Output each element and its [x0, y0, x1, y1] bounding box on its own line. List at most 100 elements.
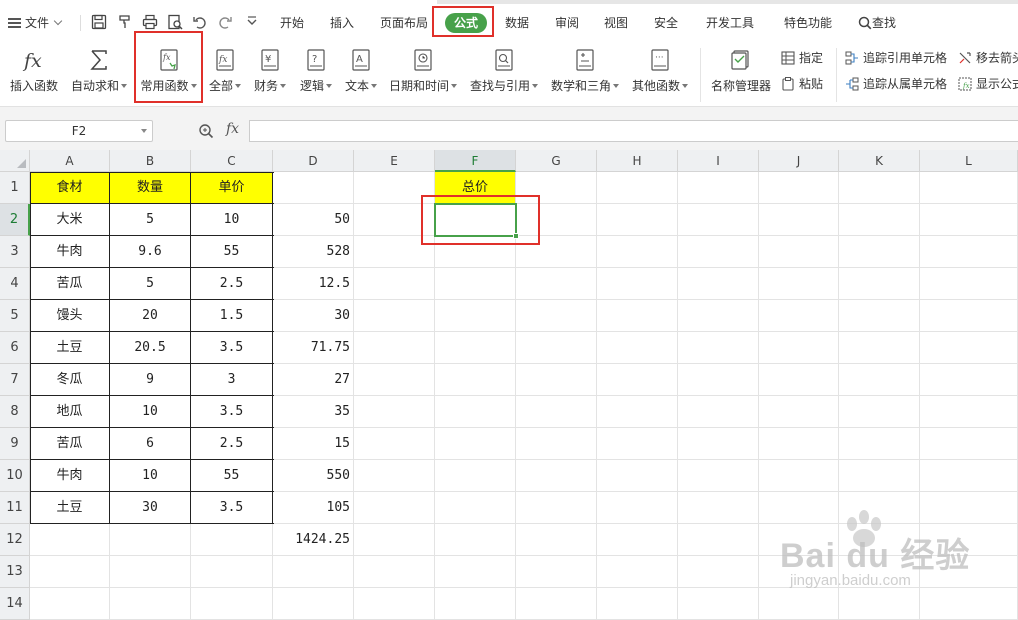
cell-l2[interactable] — [920, 204, 1018, 236]
cell-c14[interactable] — [191, 588, 273, 620]
cell-l3[interactable] — [920, 236, 1018, 268]
column-header-b[interactable]: B — [110, 150, 191, 172]
cell-a6[interactable]: 土豆 — [30, 332, 110, 364]
cell-f9[interactable] — [435, 428, 516, 460]
cell-g7[interactable] — [516, 364, 597, 396]
cell-l14[interactable] — [920, 588, 1018, 620]
cell-k11[interactable] — [839, 492, 920, 524]
cell-h12[interactable] — [597, 524, 678, 556]
save-icon[interactable] — [91, 14, 107, 30]
cell-f7[interactable] — [435, 364, 516, 396]
column-header-e[interactable]: E — [354, 150, 435, 172]
row-header-7[interactable]: 7 — [0, 364, 30, 396]
finance-button[interactable]: ¥ 财务 — [249, 44, 291, 104]
cell-c7[interactable]: 3 — [191, 364, 273, 396]
cell-f13[interactable] — [435, 556, 516, 588]
row-header-2[interactable]: 2 — [0, 204, 30, 236]
cell-e9[interactable] — [354, 428, 435, 460]
row-header-10[interactable]: 10 — [0, 460, 30, 492]
row-header-11[interactable]: 11 — [0, 492, 30, 524]
row-header-4[interactable]: 4 — [0, 268, 30, 300]
cell-k3[interactable] — [839, 236, 920, 268]
cell-a12[interactable] — [30, 524, 110, 556]
math-trig-button[interactable]: 数学和三角 — [548, 44, 622, 104]
cell-e13[interactable] — [354, 556, 435, 588]
cell-k2[interactable] — [839, 204, 920, 236]
cell-h7[interactable] — [597, 364, 678, 396]
cell-a10[interactable]: 牛肉 — [30, 460, 110, 492]
column-header-a[interactable]: A — [30, 150, 110, 172]
cell-a13[interactable] — [30, 556, 110, 588]
cell-f10[interactable] — [435, 460, 516, 492]
cell-j1[interactable] — [759, 172, 839, 204]
cell-l6[interactable] — [920, 332, 1018, 364]
cell-e11[interactable] — [354, 492, 435, 524]
cell-g6[interactable] — [516, 332, 597, 364]
tab-insert[interactable]: 插入 — [330, 10, 354, 36]
cell-e7[interactable] — [354, 364, 435, 396]
cell-k13[interactable] — [839, 556, 920, 588]
tab-data[interactable]: 数据 — [505, 10, 529, 36]
cell-a5[interactable]: 馒头 — [30, 300, 110, 332]
cell-i3[interactable] — [678, 236, 759, 268]
datetime-button[interactable]: 日期和时间 — [386, 44, 460, 104]
cell-g9[interactable] — [516, 428, 597, 460]
name-box[interactable]: F2 — [5, 120, 153, 142]
cell-h8[interactable] — [597, 396, 678, 428]
cell-h6[interactable] — [597, 332, 678, 364]
cell-c2[interactable]: 10 — [191, 204, 273, 236]
row-header-9[interactable]: 9 — [0, 428, 30, 460]
undo-icon[interactable] — [192, 14, 208, 30]
cell-k14[interactable] — [839, 588, 920, 620]
cell-k12[interactable] — [839, 524, 920, 556]
trace-dependents-button[interactable]: 追踪从属单元格 — [845, 75, 947, 93]
cell-f6[interactable] — [435, 332, 516, 364]
formula-input[interactable] — [249, 120, 1018, 142]
cell-d8[interactable]: 35 — [273, 396, 354, 428]
column-header-h[interactable]: H — [597, 150, 678, 172]
cell-b13[interactable] — [110, 556, 191, 588]
cell-j6[interactable] — [759, 332, 839, 364]
cell-d12[interactable]: 1424.25 — [273, 524, 354, 556]
cell-f8[interactable] — [435, 396, 516, 428]
cell-i13[interactable] — [678, 556, 759, 588]
cell-d10[interactable]: 550 — [273, 460, 354, 492]
cell-h4[interactable] — [597, 268, 678, 300]
cell-e14[interactable] — [354, 588, 435, 620]
cell-j4[interactable] — [759, 268, 839, 300]
cell-h14[interactable] — [597, 588, 678, 620]
cell-i10[interactable] — [678, 460, 759, 492]
cell-g14[interactable] — [516, 588, 597, 620]
cell-l5[interactable] — [920, 300, 1018, 332]
cell-j2[interactable] — [759, 204, 839, 236]
cell-i4[interactable] — [678, 268, 759, 300]
cell-b10[interactable]: 10 — [110, 460, 191, 492]
cell-i8[interactable] — [678, 396, 759, 428]
cell-b7[interactable]: 9 — [110, 364, 191, 396]
cell-b4[interactable]: 5 — [110, 268, 191, 300]
lookup-button[interactable]: 查找与引用 — [466, 44, 542, 104]
cell-j10[interactable] — [759, 460, 839, 492]
cell-c3[interactable]: 55 — [191, 236, 273, 268]
cell-l11[interactable] — [920, 492, 1018, 524]
insert-function-fx[interactable]: fx — [226, 121, 239, 137]
cell-j7[interactable] — [759, 364, 839, 396]
other-functions-button[interactable]: ··· 其他函数 — [628, 44, 692, 104]
cell-h10[interactable] — [597, 460, 678, 492]
column-header-d[interactable]: D — [273, 150, 354, 172]
customize-chevron-icon[interactable] — [244, 14, 260, 30]
cell-a9[interactable]: 苦瓜 — [30, 428, 110, 460]
row-header-13[interactable]: 13 — [0, 556, 30, 588]
row-header-3[interactable]: 3 — [0, 236, 30, 268]
autosum-button[interactable]: 自动求和 — [68, 44, 130, 104]
cell-j9[interactable] — [759, 428, 839, 460]
cell-j11[interactable] — [759, 492, 839, 524]
cell-d14[interactable] — [273, 588, 354, 620]
cell-d9[interactable]: 15 — [273, 428, 354, 460]
cell-g13[interactable] — [516, 556, 597, 588]
cell-f11[interactable] — [435, 492, 516, 524]
cell-a11[interactable]: 土豆 — [30, 492, 110, 524]
cell-c10[interactable]: 55 — [191, 460, 273, 492]
cell-e5[interactable] — [354, 300, 435, 332]
cell-b8[interactable]: 10 — [110, 396, 191, 428]
